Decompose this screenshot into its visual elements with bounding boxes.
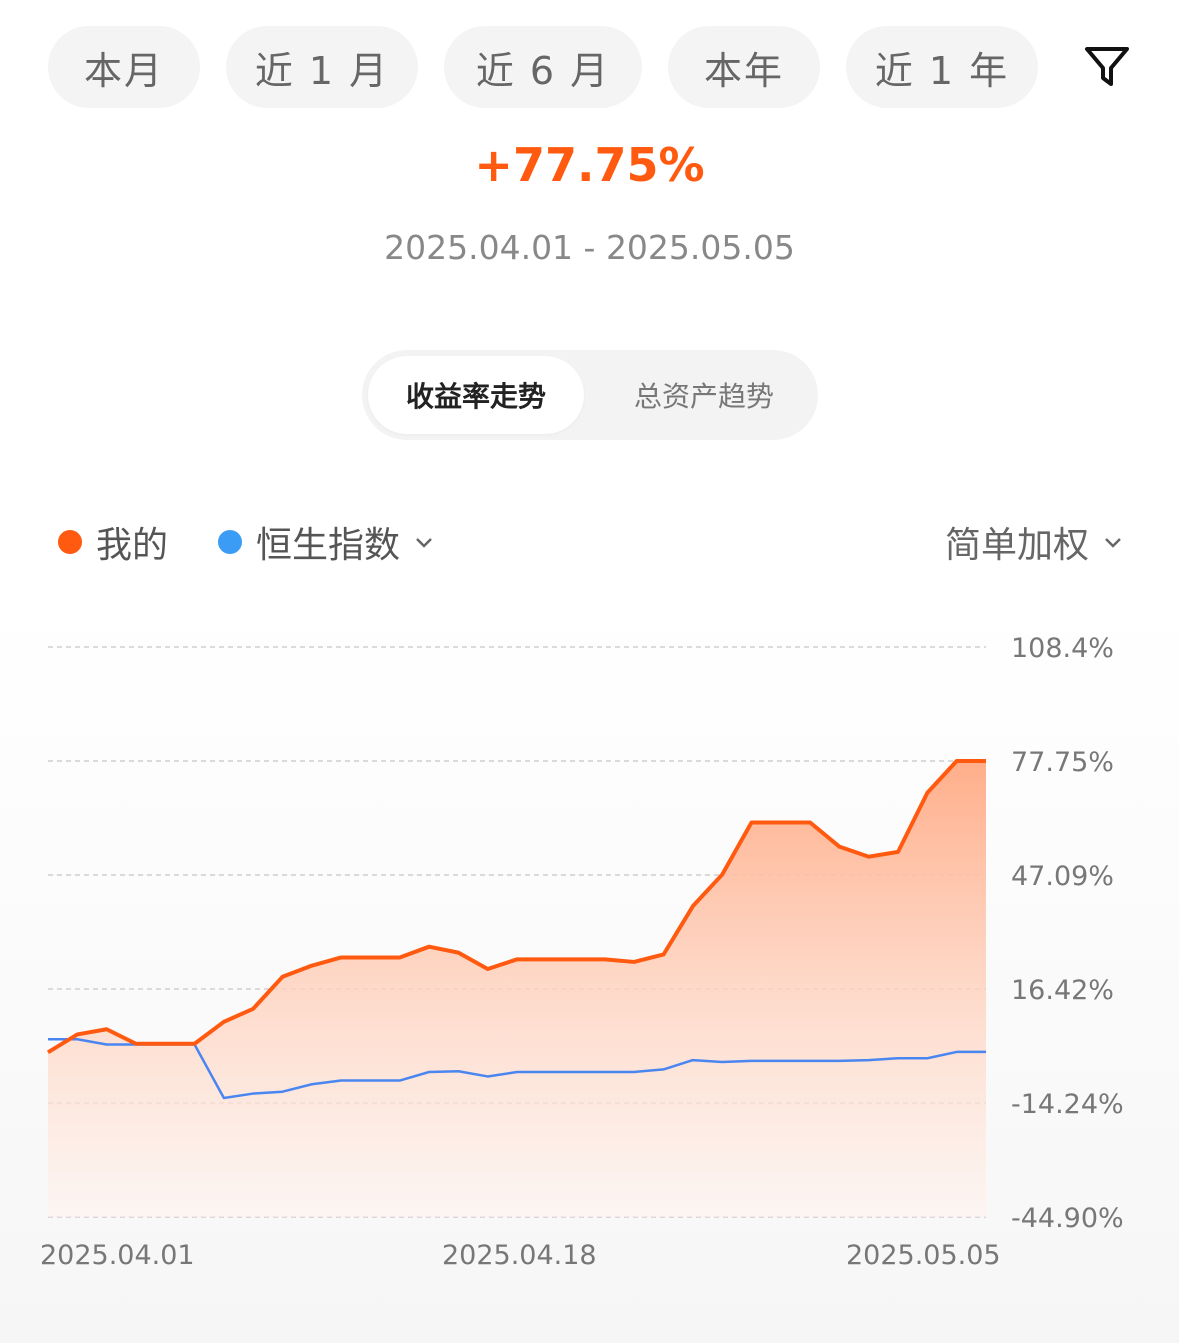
y-tick-label: 108.4% bbox=[1011, 633, 1114, 664]
y-tick-label: 47.09% bbox=[1011, 861, 1114, 892]
series-area-mine bbox=[48, 760, 986, 1217]
x-tick-label: 2025.04.18 bbox=[442, 1240, 597, 1271]
x-tick-label: 2025.04.01 bbox=[40, 1240, 195, 1271]
return-trend-chart: 108.4% 77.75% 47.09% 16.42% -14.24% -44.90% 2… bbox=[40, 633, 1124, 1271]
y-tick-label: 16.42% bbox=[1011, 975, 1114, 1006]
y-tick-label: -44.90% bbox=[1011, 1203, 1124, 1234]
y-tick-label: 77.75% bbox=[1011, 747, 1114, 778]
x-tick-label: 2025.05.05 bbox=[846, 1240, 1001, 1271]
y-tick-label: -14.24% bbox=[1011, 1089, 1124, 1120]
